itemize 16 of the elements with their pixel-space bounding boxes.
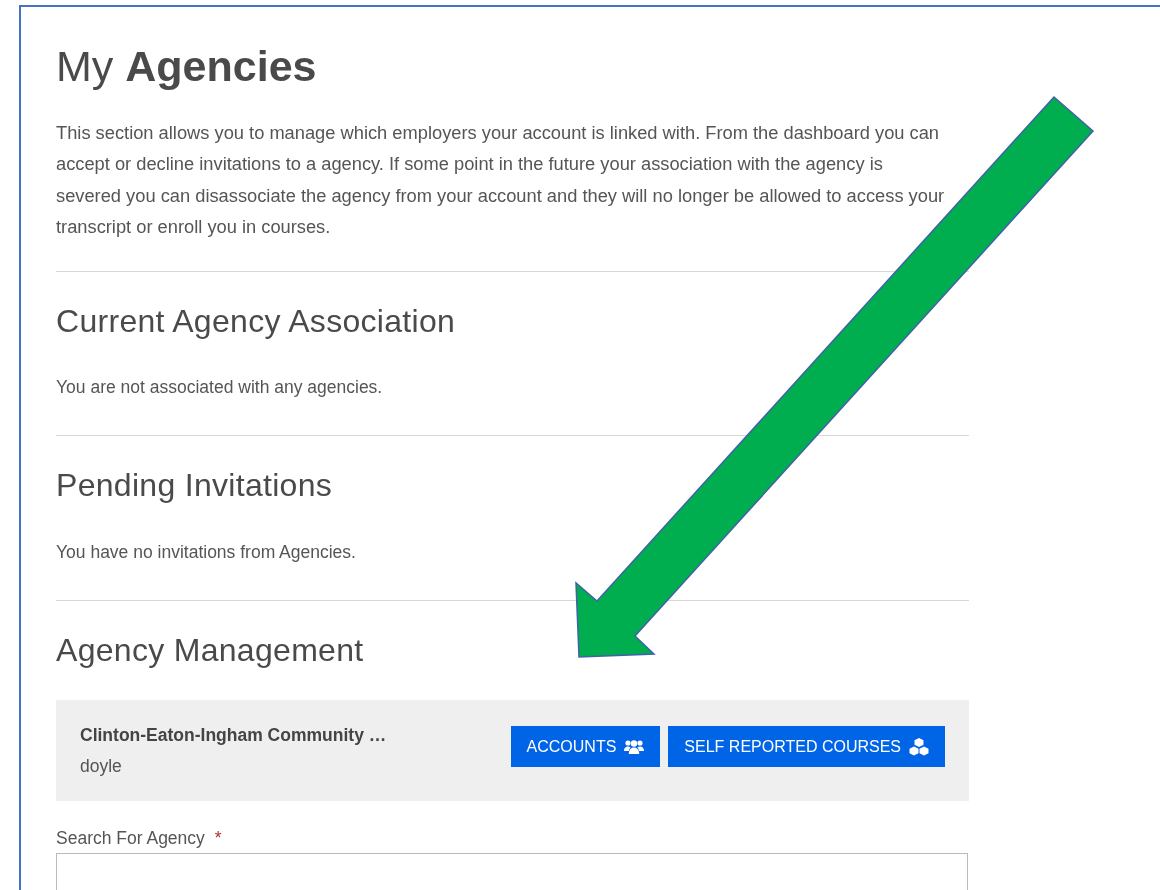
accounts-button[interactable]: ACCOUNTS [510, 726, 661, 768]
agency-user: doyle [80, 754, 123, 778]
section-heading: Agency Management [56, 630, 365, 670]
section-message: You have no invitations from Agencies. [56, 540, 357, 564]
courses-button[interactable]: SELF REPORTED COURSES [668, 726, 945, 768]
users-icon [624, 738, 645, 755]
field-label: Search For Agency [56, 826, 205, 850]
section-heading: Current Agency Association [56, 301, 457, 340]
search-field[interactable] [56, 853, 968, 890]
cubes-icon [909, 737, 929, 756]
required-marker: * [214, 826, 222, 850]
intro-paragraph: This section allows you to manage which employers your account is linked with. From the dashboard you can accept or decline invitations to a agency. If some point in the future your association with the agency is severed you can disassociate the agency from your account and they will no longer be allowed to access your transcript or enroll you in courses. [56, 120, 946, 240]
section-heading: Pending Invitations [56, 466, 334, 505]
section-message: You are not associated with any agencies. [56, 376, 384, 399]
page-title: My Agencies [56, 41, 318, 92]
agency-name: Clinton-Eaton-Ingham Community … [80, 724, 387, 748]
